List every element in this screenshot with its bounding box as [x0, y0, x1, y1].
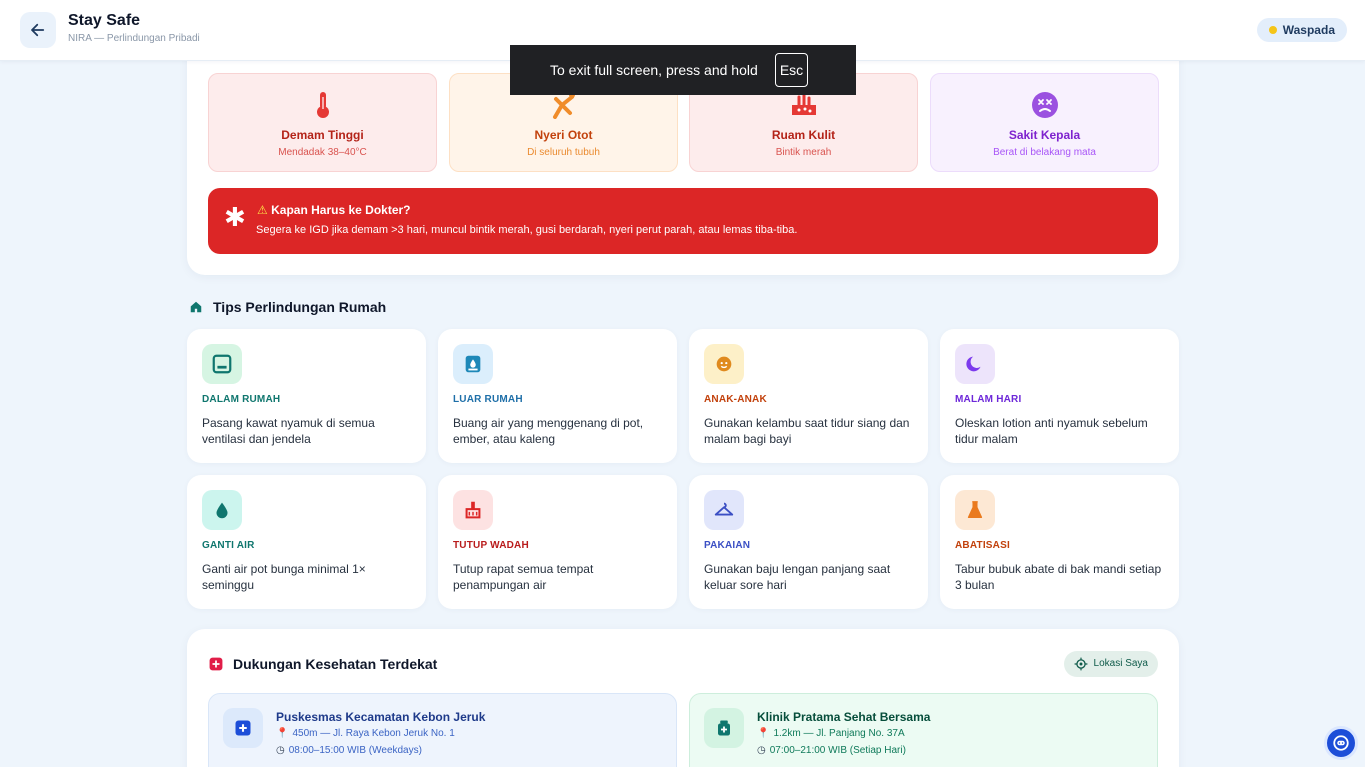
tip-desc: Ganti air pot bunga minimal 1× seminggu — [202, 562, 366, 592]
tip-category: ANAK-ANAK — [704, 394, 767, 405]
symptom-title: Demam Tinggi — [281, 128, 364, 142]
symptom-title: Nyeri Otot — [534, 128, 593, 142]
container-icon — [453, 490, 493, 530]
facility-hours: 07:00–21:00 WIB (Setiap Hari) — [769, 745, 906, 756]
map-pin-icon: 📍 — [757, 728, 770, 739]
warning-icon: ⚠ — [257, 203, 268, 217]
hanger-icon — [704, 490, 744, 530]
symptom-sub: Berat di belakang mata — [993, 147, 1096, 158]
tip-card[interactable]: LUAR RUMAH Buang air yang menggenang di … — [438, 329, 677, 463]
tip-category: DALAM RUMAH — [202, 394, 281, 405]
dizzy-face-icon — [1031, 91, 1059, 119]
health-support-card: Dukungan Kesehatan Terdekat Lokasi Saya … — [187, 629, 1179, 767]
thermometer-icon — [309, 91, 337, 119]
alert-title-row: ⚠ Kapan Harus ke Dokter? — [257, 203, 411, 217]
medical-cross-icon — [209, 657, 223, 671]
tip-desc: Tutup rapat semua tempat penampungan air — [453, 562, 594, 592]
facility-hours: 08:00–15:00 WIB (Weekdays) — [288, 745, 422, 756]
back-button[interactable] — [20, 12, 56, 48]
tip-desc: Oleskan lotion anti nyamuk sebelum tidur… — [955, 416, 1148, 446]
facility-address-row: 📍 1.2km — Jl. Panjang No. 37A — [757, 728, 905, 739]
tip-desc: Gunakan baju lengan panjang saat keluar … — [704, 562, 891, 592]
muscle-pain-icon — [550, 91, 578, 119]
status-label: Waspada — [1282, 23, 1335, 37]
facility-address-row: 📍 450m — Jl. Raya Kebon Jeruk No. 1 — [276, 728, 455, 739]
location-target-icon — [1074, 657, 1087, 671]
symptom-sub: Di seluruh tubuh — [527, 147, 600, 158]
fullscreen-exit-toast: To exit full screen, press and hold Esc — [510, 45, 856, 95]
tip-category: MALAM HARI — [955, 394, 1022, 405]
child-face-icon — [704, 344, 744, 384]
tip-card[interactable]: PAKAIAN Gunakan baju lengan panjang saat… — [689, 475, 928, 609]
chatbot-icon — [1333, 735, 1349, 751]
tip-desc: Buang air yang menggenang di pot, ember,… — [453, 416, 644, 446]
home-icon — [190, 301, 202, 313]
tip-category: GANTI AIR — [202, 540, 255, 551]
facility-name: Klinik Pratama Sehat Bersama — [757, 710, 931, 724]
facility-address: 1.2km — Jl. Panjang No. 37A — [773, 728, 905, 739]
facility-card[interactable]: Klinik Pratama Sehat Bersama 📍 1.2km — J… — [689, 693, 1158, 767]
clinic-medicine-icon — [704, 708, 744, 748]
map-pin-icon: 📍 — [276, 728, 289, 739]
skin-rash-icon — [790, 91, 818, 119]
tip-card[interactable]: ANAK-ANAK Gunakan kelambu saat tidur sia… — [689, 329, 928, 463]
facility-card[interactable]: Puskesmas Kecamatan Kebon Jeruk 📍 450m —… — [208, 693, 677, 767]
water-drop-icon — [202, 490, 242, 530]
status-badge[interactable]: Waspada — [1256, 18, 1347, 42]
symptom-demam[interactable]: Demam Tinggi Mendadak 38–40°C — [208, 73, 437, 172]
window-icon — [202, 344, 242, 384]
facility-hours-row: ◷ 07:00–21:00 WIB (Setiap Hari) — [757, 745, 906, 756]
asterisk-icon: ✱ — [224, 202, 246, 232]
tip-desc: Gunakan kelambu saat tidur siang dan mal… — [704, 416, 910, 446]
symptom-sakit-kepala[interactable]: Sakit Kepala Berat di belakang mata — [930, 73, 1159, 172]
moon-icon — [955, 344, 995, 384]
page-subtitle: NIRA — Perlindungan Pribadi — [68, 33, 200, 44]
tip-card[interactable]: ABATISASI Tabur bubuk abate di bak mandi… — [940, 475, 1179, 609]
alert-title: Kapan Harus ke Dokter? — [271, 203, 411, 217]
tip-desc: Tabur bubuk abate di bak mandi setiap 3 … — [955, 562, 1162, 592]
toast-text: To exit full screen, press and hold — [550, 62, 758, 78]
tips-heading-label: Tips Perlindungan Rumah — [213, 299, 387, 315]
clock-icon: ◷ — [276, 745, 285, 756]
tip-card[interactable]: GANTI AIR Ganti air pot bunga minimal 1×… — [187, 475, 426, 609]
doctor-alert: ✱ ⚠ Kapan Harus ke Dokter? Segera ke IGD… — [208, 188, 1158, 254]
tip-category: LUAR RUMAH — [453, 394, 523, 405]
flask-icon — [955, 490, 995, 530]
alert-body: Segera ke IGD jika demam >3 hari, muncul… — [256, 224, 798, 236]
my-location-label: Lokasi Saya — [1093, 658, 1148, 669]
chat-assistant-button[interactable] — [1324, 726, 1358, 760]
tip-category: TUTUP WADAH — [453, 540, 529, 551]
tips-heading: Tips Perlindungan Rumah — [189, 299, 386, 315]
facility-address: 450m — Jl. Raya Kebon Jeruk No. 1 — [292, 728, 455, 739]
water-drain-icon — [453, 344, 493, 384]
support-heading: Dukungan Kesehatan Terdekat — [209, 656, 437, 672]
tip-card[interactable]: TUTUP WADAH Tutup rapat semua tempat pen… — [438, 475, 677, 609]
esc-key-hint: Esc — [775, 53, 808, 87]
tip-card[interactable]: MALAM HARI Oleskan lotion anti nyamuk se… — [940, 329, 1179, 463]
symptom-sub: Mendadak 38–40°C — [278, 147, 367, 158]
facility-hours-row: ◷ 08:00–15:00 WIB (Weekdays) — [276, 745, 422, 756]
tip-category: ABATISASI — [955, 540, 1010, 551]
tip-card[interactable]: DALAM RUMAH Pasang kawat nyamuk di semua… — [187, 329, 426, 463]
arrow-left-icon — [31, 23, 45, 37]
clock-icon: ◷ — [757, 745, 766, 756]
symptom-sub: Bintik merah — [775, 147, 832, 158]
symptom-title: Sakit Kepala — [1008, 128, 1081, 142]
facility-name: Puskesmas Kecamatan Kebon Jeruk — [276, 710, 486, 724]
page-title: Stay Safe — [68, 12, 141, 29]
hospital-plus-icon — [223, 708, 263, 748]
symptom-title: Ruam Kulit — [771, 128, 836, 142]
tip-category: PAKAIAN — [704, 540, 751, 551]
support-heading-label: Dukungan Kesehatan Terdekat — [233, 656, 438, 672]
status-dot-icon — [1268, 26, 1277, 34]
tip-desc: Pasang kawat nyamuk di semua ventilasi d… — [202, 416, 375, 446]
my-location-button[interactable]: Lokasi Saya — [1063, 651, 1158, 677]
